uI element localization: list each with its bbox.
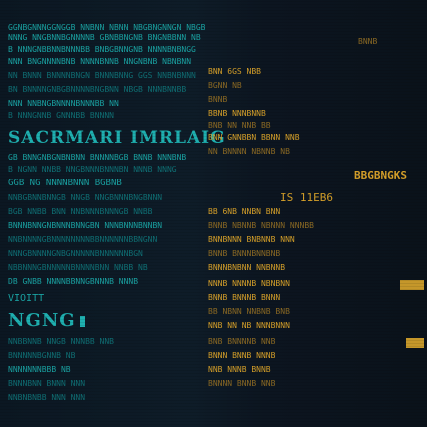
right-row: NNB NN NB NNNBNNN (208, 322, 290, 330)
left-row: BNNNBNN BNNN NNN (8, 380, 86, 388)
right-row: BNB NN NNB BB (208, 122, 271, 130)
right-row: BNB BNNNNB NNB (208, 338, 276, 346)
left-row: BNNNBNNGNBNNNBNNGBN NNNBNNNBNNBN (8, 222, 163, 230)
right-row: BNN 6GS NBB (208, 68, 261, 76)
left-label-small: VIOITT (8, 294, 45, 304)
left-row: GGNBGNNNGGNGGB NNBNN NBNN NBGBNGNNGN NBG… (8, 24, 206, 32)
right-row: BNNB BNNNB BNNN (208, 294, 281, 302)
right-row: BGNN NB (208, 82, 242, 90)
right-row: BBNB NNNBNNB (208, 110, 266, 118)
right-row: BNNN BNNB NNNB (208, 352, 276, 360)
right-text-panel: BNNB BNN 6GS NBB BGNN NB BNNB BBNB NNNBN… (208, 38, 424, 424)
right-row: BB 6NB NNBN BNN (208, 208, 281, 216)
left-row: GGB NG NNNNBNNN BGBNB (8, 179, 122, 188)
right-row: BNNB (358, 38, 378, 46)
left-row: NNBNNNNGBNNNNNNNNBBNNNNNNBBNGNN (8, 236, 158, 244)
right-row: BNNB (208, 96, 228, 104)
left-row: NNN NNBNGBNNNNBNNNBB NN (8, 100, 119, 108)
right-row: BNNBNNN BNBNNB NNN (208, 236, 295, 244)
left-row: BN BNNNNGNBGBNNNNBNGBNN NBGB NNNBNNBB (8, 86, 187, 94)
left-row: NNNG NNGBNNBGNNNNB GBNBBNGNB BNGNBBNN NB (8, 34, 201, 42)
right-row: BB NBNN NNBNB BNB (208, 308, 290, 316)
right-row: BNNB BNNNBNNBNB (208, 250, 281, 258)
right-title-amber: BBGBNGKS (354, 170, 407, 181)
right-row: NN BNNNN NBNNB NB (208, 148, 290, 156)
left-row: NNN BNGNNNNBNB NNNNBNNB NNGNBNB NBNBNN (8, 58, 192, 66)
right-row: BNNB NBNNB NBNNN NNNBB (208, 222, 314, 230)
left-row: NNBBNNB NNGB NNNBB NNB (8, 338, 114, 346)
right-row: BNNNN BNNB NNB (208, 380, 276, 388)
right-row: BNNNBNBNN NNBNNB (208, 264, 286, 272)
left-row: NNNGBNNNNGNBGNNNNNBNNNNNNBGN (8, 250, 143, 258)
left-row: NNBGBNNBNNGB NNGB NNGBNNNBNGBNNN (8, 194, 163, 202)
right-row: NNB NNNB BNNB (208, 366, 271, 374)
left-row: NNBNBNBB NNN NNN (8, 394, 86, 402)
left-row: BNNNNNBGNNB NB (8, 352, 76, 360)
left-heading-medium: NGNG (8, 312, 85, 330)
terminal-screen: GGNBGNNNGGNGGB NNBNN NBNN NBGBNGNNGN NBG… (0, 0, 427, 427)
right-heading: IS 11EB6 (280, 192, 333, 203)
right-row: NNNB NNNNB NBNBNN (208, 280, 290, 288)
left-row: B NNNGNBBNNBNNNBB BNBGBNNGNB NNNNBNBNGG (8, 46, 196, 54)
highlight-block (400, 280, 424, 290)
left-heading-large: SACRMARI IMRLAIG (8, 130, 226, 147)
left-row: NNNNNNNBBB NB (8, 366, 71, 374)
left-row: B NNNGNNB GNNNBB BNNNN (8, 112, 114, 120)
left-row: BGB NNBB BNN NNBNNNBNNNGB NNBB (8, 208, 153, 216)
left-row: GB BNNGNBGNBNBNN BNNNNBGB BNNB NNNBNB (8, 154, 187, 162)
left-row: NBBNNNGBNNNNNBNNNNBNN NNBB NB (8, 264, 148, 272)
left-text-panel: GGNBGNNNGGNGGB NNBNN NBNN NBGBNGNNGN NBG… (8, 20, 225, 420)
left-row: NN BNNN BNNNNBNGN BNNNBNNG GGS NNBNBNNN (8, 72, 196, 80)
left-row: DB GNBB NNNNBBNNGBNNNB NNNB (8, 278, 139, 286)
highlight-block (406, 338, 424, 348)
right-row: BNN GNNBBN BBNN NNB (208, 134, 300, 142)
left-row: B NGNN NNBB NNGBNNNBNNNBN NNNB NNNG (8, 166, 177, 174)
cursor-block-icon (79, 315, 85, 327)
